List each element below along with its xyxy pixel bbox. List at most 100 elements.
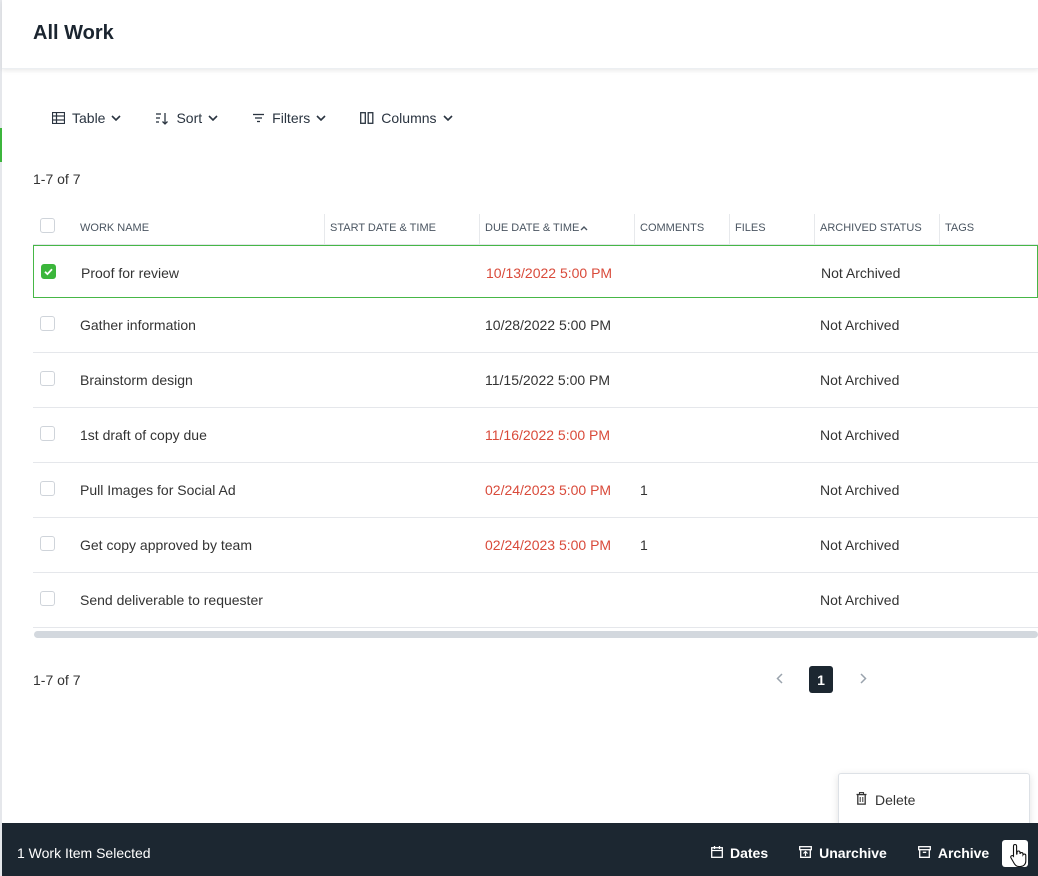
table-row[interactable]: 1st draft of copy due 11/16/2022 5:00 PM N… (33, 408, 1038, 463)
column-divider[interactable] (729, 214, 730, 244)
archived-status-cell: Not Archived (820, 317, 900, 333)
column-header-due-date-label: DUE DATE & TIME (485, 222, 580, 234)
chevron-down-icon (442, 115, 453, 121)
next-page-button[interactable] (854, 671, 872, 689)
chevron-right-icon (859, 671, 867, 689)
view-toolbar: Table Sort Filters Columns (52, 108, 487, 128)
work-table: WORK NAME START DATE & TIME DUE DATE & T… (33, 214, 1038, 628)
column-header-start-date[interactable]: START DATE & TIME (330, 222, 436, 234)
page-header: All Work (2, 0, 1038, 69)
due-date-cell: 11/15/2022 5:00 PM (485, 372, 611, 388)
archive-button[interactable]: Archive (917, 845, 990, 861)
sort-icon (155, 112, 169, 125)
trash-icon (856, 792, 867, 808)
bulk-actions: Dates Unarchive Archive (711, 845, 1020, 861)
work-name-cell[interactable]: Get copy approved by team (80, 537, 252, 553)
dates-button[interactable]: Dates (711, 845, 768, 861)
row-checkbox[interactable] (40, 426, 55, 441)
column-header-tags[interactable]: TAGS (945, 222, 974, 234)
column-header-work-name[interactable]: WORK NAME (80, 222, 149, 234)
column-divider[interactable] (939, 214, 940, 244)
delete-label: Delete (875, 792, 916, 808)
filter-icon (252, 113, 265, 123)
work-name-cell[interactable]: Brainstorm design (80, 372, 193, 388)
work-name-cell[interactable]: Pull Images for Social Ad (80, 482, 236, 498)
table-row[interactable]: Proof for review 10/13/2022 5:00 PM Not Ar… (33, 245, 1038, 298)
table-row[interactable]: Brainstorm design 11/15/2022 5:00 PM Not A… (33, 353, 1038, 408)
result-count-top: 1-7 of 7 (33, 171, 81, 187)
chevron-down-icon (111, 115, 122, 121)
table-row[interactable]: Send deliverable to requester Not Archive… (33, 573, 1038, 628)
column-header-files[interactable]: FILES (735, 222, 766, 234)
due-date-cell: 10/28/2022 5:00 PM (485, 317, 612, 333)
unarchive-button[interactable]: Unarchive (799, 845, 887, 861)
result-count-bottom: 1-7 of 7 (33, 672, 81, 688)
calendar-icon (711, 845, 723, 861)
more-actions-menu: Delete (838, 773, 1030, 827)
archived-status-cell: Not Archived (820, 372, 900, 388)
page-1-button[interactable]: 1 (809, 666, 833, 693)
table-header-row: WORK NAME START DATE & TIME DUE DATE & T… (33, 214, 1038, 245)
archive-icon (917, 845, 931, 861)
row-checkbox[interactable] (40, 316, 55, 331)
row-checkbox[interactable] (40, 536, 55, 551)
comments-cell: 1 (640, 482, 648, 498)
archive-label: Archive (937, 845, 990, 861)
archived-status-cell: Not Archived (820, 427, 900, 443)
horizontal-scrollbar[interactable] (34, 631, 1038, 638)
columns-button[interactable]: Columns (360, 110, 453, 126)
work-name-cell[interactable]: 1st draft of copy due (80, 427, 207, 443)
sort-label: Sort (176, 110, 203, 126)
table-icon (52, 112, 65, 124)
pagination: 1 (770, 666, 872, 693)
due-date-cell: 02/24/2023 5:00 PM (485, 482, 612, 498)
row-checkbox[interactable] (40, 481, 55, 496)
table-row[interactable]: Get copy approved by team 02/24/2023 5:00… (33, 518, 1038, 573)
table-row[interactable]: Pull Images for Social Ad 02/24/2023 5:00… (33, 463, 1038, 518)
table-body: Proof for review 10/13/2022 5:00 PM Not Ar… (33, 245, 1038, 628)
due-date-cell: 02/24/2023 5:00 PM (485, 537, 612, 553)
filters-label: Filters (272, 110, 311, 126)
work-name-cell[interactable]: Proof for review (81, 265, 179, 281)
chevron-down-icon (208, 115, 218, 121)
archived-status-cell: Not Archived (821, 265, 901, 281)
column-divider[interactable] (634, 214, 635, 244)
columns-label: Columns (381, 110, 437, 126)
previous-page-button[interactable] (770, 671, 788, 689)
column-header-due-date[interactable]: DUE DATE & TIME (485, 222, 588, 234)
archived-status-cell: Not Archived (820, 592, 900, 608)
unarchive-icon (799, 845, 813, 861)
checkmark-icon (44, 268, 53, 276)
archived-status-cell: Not Archived (820, 537, 900, 553)
column-divider[interactable] (324, 214, 325, 244)
column-divider[interactable] (479, 214, 480, 244)
sort-ascending-icon (580, 222, 588, 234)
row-checkbox[interactable] (41, 264, 56, 279)
column-header-comments[interactable]: COMMENTS (640, 222, 704, 234)
columns-icon (360, 112, 374, 124)
column-divider[interactable] (814, 214, 815, 244)
dates-label: Dates (730, 845, 769, 861)
sort-button[interactable]: Sort (155, 110, 218, 126)
work-name-cell[interactable]: Gather information (80, 317, 196, 333)
table-view-label: Table (72, 110, 106, 126)
delete-menu-item[interactable]: Delete (856, 792, 915, 808)
page-title: All Work (33, 22, 114, 44)
selection-action-bar: 1 Work Item Selected Dates Unarchive Arc… (2, 823, 1038, 876)
chevron-down-icon (316, 115, 326, 121)
hand-pointer-icon (1009, 843, 1029, 872)
due-date-cell: 11/16/2022 5:00 PM (485, 427, 611, 443)
filters-button[interactable]: Filters (252, 110, 326, 126)
row-checkbox[interactable] (40, 371, 55, 386)
comments-cell: 1 (640, 537, 648, 553)
table-view-button[interactable]: Table (52, 110, 122, 126)
left-rail-active-indicator (0, 128, 2, 162)
table-row[interactable]: Gather information 10/28/2022 5:00 PM Not … (33, 298, 1038, 353)
row-checkbox[interactable] (40, 591, 55, 606)
column-header-archived-status[interactable]: ARCHIVED STATUS (820, 222, 922, 234)
unarchive-label: Unarchive (819, 845, 887, 861)
select-all-checkbox[interactable] (40, 218, 55, 233)
chevron-left-icon (775, 671, 783, 689)
work-name-cell[interactable]: Send deliverable to requester (80, 592, 263, 608)
archived-status-cell: Not Archived (820, 482, 900, 498)
